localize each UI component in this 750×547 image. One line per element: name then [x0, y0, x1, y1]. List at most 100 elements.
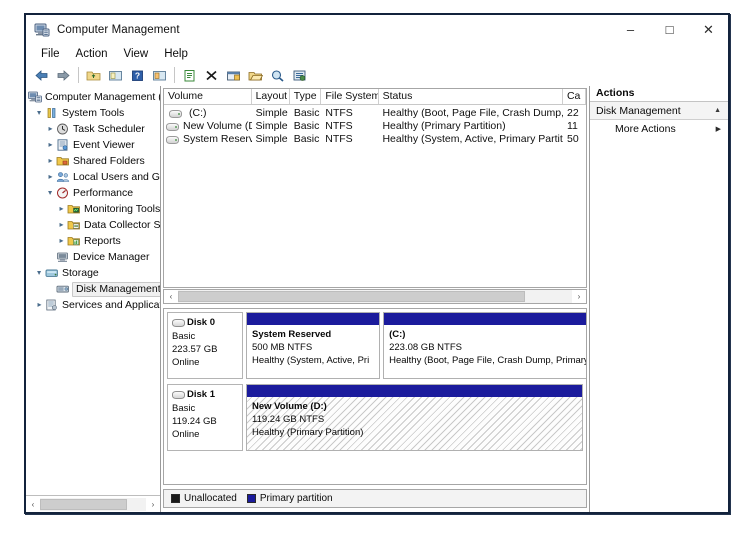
tree-item-data-collector-sets[interactable]: ▸ Data Collector Sets	[26, 217, 160, 233]
actions-group-label: Disk Management	[596, 105, 681, 117]
volume-list: Volume Layout Type File System Status Ca…	[163, 88, 587, 288]
forward-icon[interactable]	[53, 65, 74, 85]
disk-info-1[interactable]: Disk 1 Basic 119.24 GB Online	[167, 384, 243, 451]
cell-status: Healthy (Boot, Page File, Crash Dump, Pr…	[379, 107, 563, 120]
tree-item-event-viewer[interactable]: ▸ Event Viewer	[26, 137, 160, 153]
partition-color-bar	[247, 313, 379, 325]
partition-c-drive[interactable]: (C:) 223.08 GB NTFS Healthy (Boot, Page …	[383, 312, 587, 379]
menu-action[interactable]: Action	[68, 46, 116, 62]
menu-view[interactable]: View	[116, 46, 157, 62]
window-title: Computer Management	[57, 24, 180, 36]
column-header-type[interactable]: Type	[290, 89, 322, 104]
disk-size-0: 223.57 GB	[172, 343, 238, 356]
disk-state-0: Online	[172, 356, 238, 369]
partition-body: New Volume (D:) 119.24 GB NTFS Healthy (…	[247, 397, 582, 451]
expander-monitoring-tools[interactable]: ▸	[56, 205, 67, 213]
tree-root-computer-management[interactable]: Computer Management (Local	[26, 89, 160, 105]
back-icon[interactable]	[31, 65, 52, 85]
open-icon[interactable]	[245, 65, 266, 85]
refresh-icon[interactable]	[289, 65, 310, 85]
tree-scroll-thumb[interactable]	[40, 499, 127, 510]
disk-management-icon	[56, 283, 70, 296]
scroll-left-button[interactable]: ‹	[164, 290, 178, 303]
tree-horizontal-scrollbar[interactable]: ‹ ›	[26, 495, 160, 512]
tree-item-device-manager[interactable]: Device Manager	[26, 249, 160, 265]
action-more-actions[interactable]: More Actions ▶	[590, 120, 728, 137]
column-header-capacity[interactable]: Ca	[563, 89, 586, 104]
scroll-track[interactable]	[178, 290, 572, 303]
tree-item-reports[interactable]: ▸ Reports	[26, 233, 160, 249]
tree-item-system-tools[interactable]: ▸ System Tools	[26, 105, 160, 121]
tree-scroll-track[interactable]	[40, 498, 146, 511]
legend-swatch-unallocated	[171, 494, 180, 503]
disk-row-1[interactable]: Disk 1 Basic 119.24 GB Online New Volume…	[167, 384, 583, 451]
cell-layout: Simple	[252, 107, 290, 120]
tree-label: Services and Applications	[62, 299, 160, 312]
scroll-right-button[interactable]: ›	[572, 290, 586, 303]
tree-label: Reports	[84, 235, 121, 248]
delete-icon[interactable]	[201, 65, 222, 85]
disk-icon	[172, 391, 185, 399]
tree-item-storage[interactable]: ▸ Storage	[26, 265, 160, 281]
disk-info-0[interactable]: Disk 0 Basic 223.57 GB Online	[167, 312, 243, 379]
partition-status: Healthy (Boot, Page File, Crash Dump, Pr…	[389, 354, 587, 367]
expander-task-scheduler[interactable]: ▸	[45, 125, 56, 133]
tree-item-local-users-and-groups[interactable]: ▸ Local Users and Groups	[26, 169, 160, 185]
actions-group-disk-management[interactable]: Disk Management ▲	[590, 102, 728, 120]
expander-services-and-applications[interactable]: ▸	[34, 301, 45, 309]
expander-performance[interactable]: ▸	[45, 189, 56, 197]
partition-system-reserved[interactable]: System Reserved 500 MB NTFS Healthy (Sys…	[246, 312, 380, 379]
table-row[interactable]: System Reserved Simple Basic NTFS Health…	[164, 133, 586, 146]
disk-partitions-0: System Reserved 500 MB NTFS Healthy (Sys…	[246, 312, 587, 379]
show-hide-console-tree-icon[interactable]	[105, 65, 126, 85]
column-header-status[interactable]: Status	[379, 89, 563, 104]
expander-event-viewer[interactable]: ▸	[45, 141, 56, 149]
tree-item-services-and-applications[interactable]: ▸ Services and Applications	[26, 297, 160, 313]
table-row[interactable]: New Volume (D:) Simple Basic NTFS Health…	[164, 120, 586, 133]
tree-item-monitoring-tools[interactable]: ▸ Monitoring Tools	[26, 201, 160, 217]
action-label: More Actions	[615, 123, 676, 135]
up-folder-icon[interactable]	[83, 65, 104, 85]
volume-drive-icon	[166, 123, 179, 131]
close-button[interactable]: ✕	[689, 15, 728, 44]
tree-item-task-scheduler[interactable]: ▸ Task Scheduler	[26, 121, 160, 137]
expander-system-tools[interactable]: ▸	[34, 109, 45, 117]
expander-local-users-and-groups[interactable]: ▸	[45, 173, 56, 181]
expander-reports[interactable]: ▸	[56, 237, 67, 245]
volume-list-horizontal-scrollbar[interactable]: ‹ ›	[163, 289, 587, 304]
cell-type: Basic	[290, 133, 322, 146]
table-row[interactable]: (C:) Simple Basic NTFS Healthy (Boot, Pa…	[164, 107, 586, 120]
help-icon[interactable]: ?	[127, 65, 148, 85]
tree-item-performance[interactable]: ▸ Performance	[26, 185, 160, 201]
cell-status: Healthy (System, Active, Primary Partiti…	[378, 133, 563, 146]
rescan-disks-icon[interactable]	[267, 65, 288, 85]
menu-file[interactable]: File	[33, 46, 68, 62]
tree-item-disk-management[interactable]: Disk Management	[26, 281, 160, 297]
expander-shared-folders[interactable]: ▸	[45, 157, 56, 165]
chevron-right-icon[interactable]: ▶	[716, 125, 721, 133]
volume-drive-icon	[169, 110, 182, 118]
tree-label: Storage	[62, 267, 99, 280]
minimize-button[interactable]: –	[611, 15, 650, 44]
scroll-thumb[interactable]	[178, 291, 525, 302]
expander-data-collector-sets[interactable]: ▸	[56, 221, 67, 229]
chevron-up-icon[interactable]: ▲	[714, 107, 721, 114]
menu-help[interactable]: Help	[156, 46, 196, 62]
tree-item-shared-folders[interactable]: ▸ Shared Folders	[26, 153, 160, 169]
tree-label: Performance	[73, 187, 133, 200]
legend-primary-partition: Primary partition	[247, 493, 333, 504]
export-list-icon[interactable]	[179, 65, 200, 85]
column-header-file-system[interactable]: File System	[321, 89, 378, 104]
disk-row-0[interactable]: Disk 0 Basic 223.57 GB Online System Res…	[167, 312, 583, 379]
tree-scroll-left-button[interactable]: ‹	[26, 498, 40, 511]
maximize-button[interactable]: □	[650, 15, 689, 44]
column-header-layout[interactable]: Layout	[252, 89, 290, 104]
properties-window-icon[interactable]	[149, 65, 170, 85]
expander-storage[interactable]: ▸	[34, 269, 45, 277]
column-header-volume[interactable]: Volume	[164, 89, 252, 104]
partition-new-volume-d[interactable]: New Volume (D:) 119.24 GB NTFS Healthy (…	[246, 384, 583, 451]
properties-icon[interactable]	[223, 65, 244, 85]
tree-scroll-right-button[interactable]: ›	[146, 498, 160, 511]
actions-header: Actions	[590, 86, 728, 102]
cell-layout: Simple	[252, 120, 290, 133]
